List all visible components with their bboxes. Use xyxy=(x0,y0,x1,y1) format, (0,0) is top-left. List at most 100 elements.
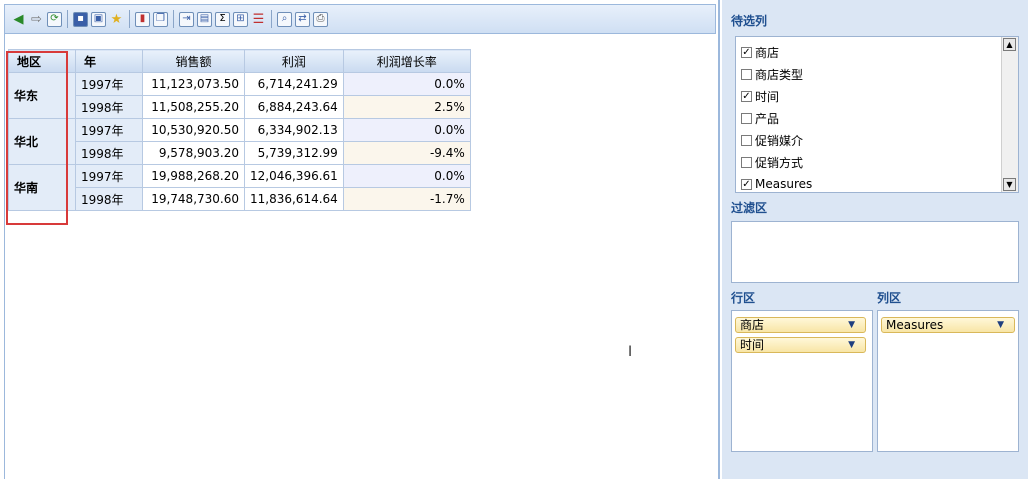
profit-cell: 11,836,614.64 xyxy=(244,187,344,211)
sales-cell: 19,748,730.60 xyxy=(142,187,245,211)
toolbar-separator xyxy=(271,10,272,28)
rows-title: 行区 xyxy=(731,291,756,305)
year-cell: 1997年 xyxy=(75,164,143,188)
field-list-scrollbar[interactable]: ▲ ▼ xyxy=(1001,37,1018,192)
field-checkbox[interactable]: ✓ xyxy=(741,178,752,190)
column-drop-zone[interactable]: Measures ▼ xyxy=(877,310,1019,452)
swap-icon[interactable]: ⇄ xyxy=(295,11,310,27)
field-checkbox[interactable] xyxy=(741,134,752,146)
filter-title: 过滤区 xyxy=(731,201,768,215)
pivot-table: 地区 年 销售额 利润 利润增长率 华东 1997年 11,123,073.50… xyxy=(8,49,471,211)
row-field-label: 商店 xyxy=(740,318,765,332)
column-field-pill[interactable]: Measures ▼ xyxy=(881,317,1015,333)
header-profit[interactable]: 利润 xyxy=(244,49,344,73)
field-item[interactable]: 促销方式 xyxy=(741,153,803,171)
region-cell[interactable]: 华北 xyxy=(8,118,76,165)
year-cell: 1997年 xyxy=(75,118,143,142)
column-field-label: Measures xyxy=(886,318,944,332)
table-row: 华东 1997年 11,123,073.50 6,714,241.29 0.0% xyxy=(8,72,471,119)
sales-cell: 10,530,920.50 xyxy=(142,118,245,142)
field-label: 产品 xyxy=(755,111,780,126)
year-cell: 1998年 xyxy=(75,187,143,211)
growth-cell: 0.0% xyxy=(342,118,471,142)
year-cell: 1997年 xyxy=(75,72,143,96)
growth-cell: 2.5% xyxy=(342,95,471,119)
field-label: 商店 xyxy=(755,45,780,60)
field-checkbox[interactable] xyxy=(741,112,752,124)
field-item[interactable]: 产品 xyxy=(741,109,779,127)
sum-icon[interactable]: Σ xyxy=(215,11,230,27)
refresh-icon[interactable]: ⟳ xyxy=(47,11,62,27)
field-item[interactable]: ✓ Measures xyxy=(741,175,812,193)
back-icon[interactable]: ◀ xyxy=(11,12,26,27)
field-checkbox[interactable] xyxy=(741,68,752,80)
scroll-down-icon[interactable]: ▼ xyxy=(1003,178,1016,191)
export-icon[interactable]: ⇥ xyxy=(179,11,194,27)
copy-icon[interactable]: ❐ xyxy=(153,11,168,27)
row-drop-zone[interactable]: 商店 ▼ 时间 ▼ xyxy=(731,310,873,452)
field-label: 促销媒介 xyxy=(755,133,804,148)
chevron-down-icon[interactable]: ▼ xyxy=(997,318,1004,332)
save-icon[interactable]: ▪ xyxy=(73,11,88,27)
forward-icon[interactable]: ⇨ xyxy=(29,12,44,27)
table-row: 1998年 9,578,903.20 5,739,312.99 -9.4% xyxy=(9,141,471,165)
field-checkbox[interactable]: ✓ xyxy=(741,46,752,58)
growth-cell: 0.0% xyxy=(342,164,471,188)
save-as-icon[interactable]: ▣ xyxy=(91,11,106,27)
region-cell[interactable]: 华南 xyxy=(8,164,76,211)
profit-cell: 6,884,243.64 xyxy=(244,95,344,119)
toolbar-separator xyxy=(173,10,174,28)
text-cursor-icon: I xyxy=(628,344,633,360)
field-item[interactable]: 促销媒介 xyxy=(741,131,803,149)
cols-title: 列区 xyxy=(877,291,902,305)
header-year[interactable]: 年 xyxy=(75,49,143,73)
candidate-field-list[interactable]: ✓ 商店 商店类型 ✓ 时间 产品 促销媒介 促销方式 ✓ Measures ▲ ▼ xyxy=(735,36,1019,193)
calc-field-icon[interactable]: ⊞ xyxy=(233,11,248,27)
left-border xyxy=(4,34,5,479)
table-row: 华北 1997年 10,530,920.50 6,334,902.13 0.0% xyxy=(8,118,471,165)
field-checkbox[interactable] xyxy=(741,156,752,168)
header-sales[interactable]: 销售额 xyxy=(142,49,245,73)
profit-cell: 6,714,241.29 xyxy=(244,72,344,96)
sales-cell: 9,578,903.20 xyxy=(142,141,245,165)
filter-icon[interactable]: ▤ xyxy=(197,11,212,27)
profit-cell: 5,739,312.99 xyxy=(244,141,344,165)
toolbar: ◀ ⇨ ⟳ ▪ ▣ ★ ▮ ❐ ⇥ ▤ Σ ⊞ ☰ ⌕ ⇄ ⎙ xyxy=(4,4,716,34)
toolbar-separator xyxy=(129,10,130,28)
row-field-pill[interactable]: 时间 ▼ xyxy=(735,337,866,353)
row-field-pill[interactable]: 商店 ▼ xyxy=(735,317,866,333)
chevron-down-icon[interactable]: ▼ xyxy=(848,338,855,352)
sales-cell: 11,508,255.20 xyxy=(142,95,245,119)
field-label: Measures xyxy=(755,177,813,191)
profit-cell: 6,334,902.13 xyxy=(244,118,344,142)
candidates-title: 待选列 xyxy=(731,14,768,28)
year-cell: 1998年 xyxy=(75,95,143,119)
toolbar-separator xyxy=(67,10,68,28)
field-item[interactable]: 商店类型 xyxy=(741,65,803,83)
header-region[interactable]: 地区 xyxy=(8,49,76,73)
field-label: 促销方式 xyxy=(755,155,804,170)
header-profit-growth[interactable]: 利润增长率 xyxy=(342,49,471,73)
row-field-label: 时间 xyxy=(740,338,765,352)
growth-cell: 0.0% xyxy=(342,72,471,96)
table-row: 1998年 19,748,730.60 11,836,614.64 -1.7% xyxy=(9,187,471,211)
chevron-down-icon[interactable]: ▼ xyxy=(848,318,855,332)
field-item[interactable]: ✓ 商店 xyxy=(741,43,779,61)
field-label: 商店类型 xyxy=(755,67,804,82)
year-cell: 1998年 xyxy=(75,141,143,165)
sort-icon[interactable]: ☰ xyxy=(251,12,266,27)
growth-cell: -1.7% xyxy=(342,187,471,211)
field-checkbox[interactable]: ✓ xyxy=(741,90,752,102)
region-cell[interactable]: 华东 xyxy=(8,72,76,119)
scroll-up-icon[interactable]: ▲ xyxy=(1003,38,1016,51)
favorite-icon[interactable]: ★ xyxy=(109,12,124,27)
filter-drop-zone[interactable] xyxy=(731,221,1019,283)
search-icon[interactable]: ⌕ xyxy=(277,11,292,27)
print-icon[interactable]: ⎙ xyxy=(313,11,328,27)
field-item[interactable]: ✓ 时间 xyxy=(741,87,779,105)
table-row: 华南 1997年 19,988,268.20 12,046,396.61 0.0… xyxy=(8,164,471,211)
sales-cell: 19,988,268.20 xyxy=(142,164,245,188)
chart-icon[interactable]: ▮ xyxy=(135,11,150,27)
table-header-row: 地区 年 销售额 利润 利润增长率 xyxy=(8,49,471,73)
table-row: 1998年 11,508,255.20 6,884,243.64 2.5% xyxy=(9,95,471,119)
